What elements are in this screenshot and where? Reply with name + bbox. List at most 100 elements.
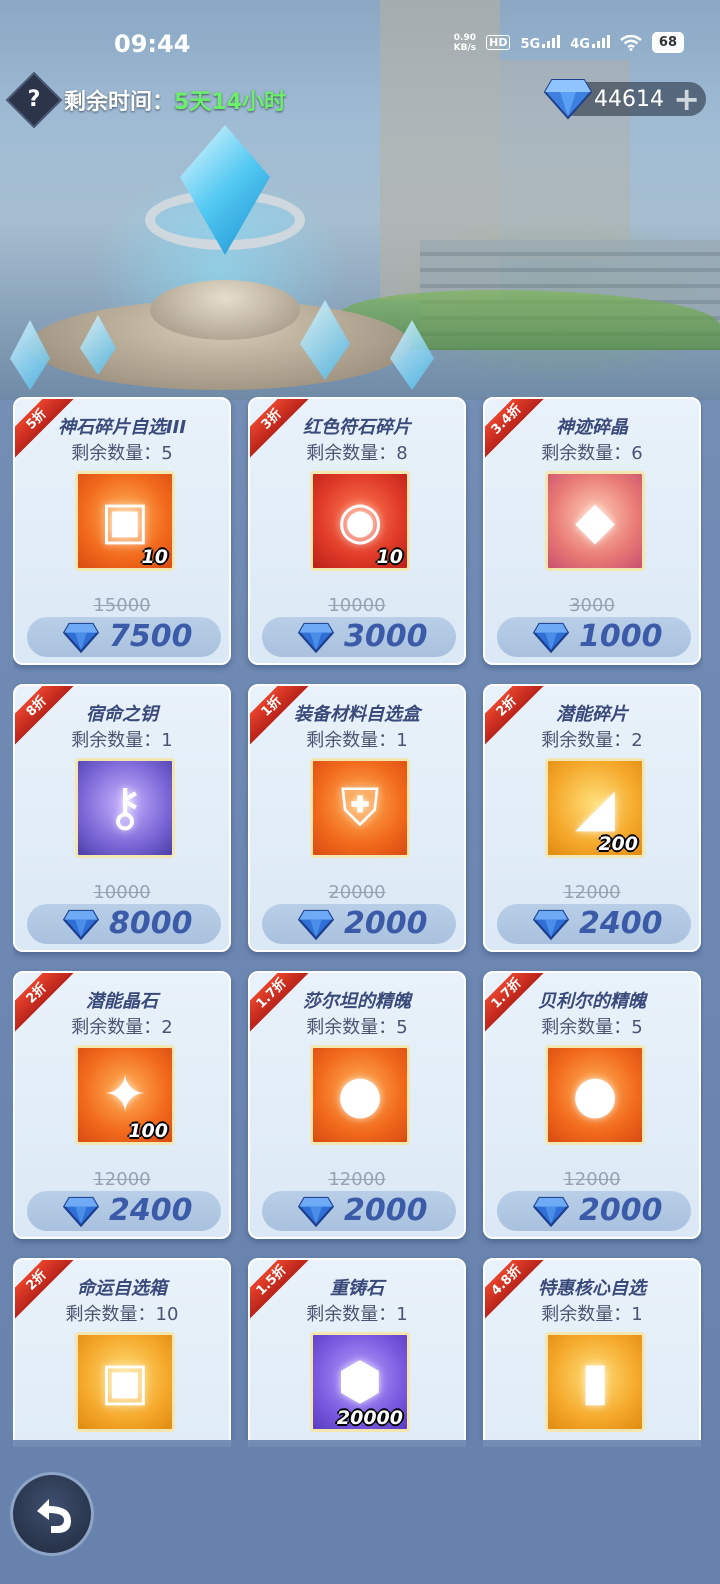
diamond-amount: 44614 [594, 87, 664, 112]
sale-price: 2400 [579, 906, 663, 941]
buy-button[interactable]: 2400 [27, 1191, 221, 1231]
original-price: 10000 [328, 595, 386, 616]
shop-item-card[interactable]: 8折 宿命之钥 剩余数量：1 ⚷ 10000 8000 [13, 684, 231, 952]
item-remaining-quantity: 剩余数量：8 [306, 443, 408, 464]
item-name: 莎尔坦的精魄 [303, 991, 411, 1012]
remaining-time-value: 5天14小时 [174, 90, 286, 115]
hd-voice-icon: HD [486, 35, 511, 50]
sim2-signal: 4G [570, 34, 610, 52]
buy-button[interactable]: 1000 [497, 617, 691, 657]
item-count: 10 [141, 546, 168, 568]
item-name: 装备材料自选盒 [294, 704, 420, 725]
item-icon[interactable]: ● [310, 1045, 410, 1145]
signal-bars-icon [591, 34, 610, 48]
shop-item-card[interactable]: 2折 潜能晶石 剩余数量：2 ✦ 100 12000 2400 [13, 971, 231, 1239]
original-price: 3000 [569, 595, 615, 616]
item-remaining-quantity: 剩余数量：2 [71, 1017, 173, 1038]
item-icon[interactable]: ⚷ [75, 758, 175, 858]
status-bar: 09:44 0.90 KB/s HD 5G 4G 68 [0, 0, 720, 66]
shop-item-card[interactable]: 4.8折 特惠核心自选 剩余数量：1 ▮ [483, 1258, 701, 1447]
item-icon[interactable]: ⛨ [310, 758, 410, 858]
sale-price: 2000 [579, 1193, 663, 1228]
item-icon[interactable]: ▣ 10 [75, 471, 175, 571]
diamond-icon [62, 1195, 100, 1231]
item-name: 红色符石碎片 [303, 417, 411, 438]
item-icon[interactable]: ▣ [75, 1332, 175, 1432]
signal-bars-icon [542, 34, 561, 48]
item-name: 贝利尔的精魄 [538, 991, 646, 1012]
pedestal [150, 280, 300, 340]
item-remaining-quantity: 剩余数量：5 [306, 1017, 408, 1038]
bottom-bar [0, 1440, 720, 1584]
sale-price: 1000 [579, 619, 663, 654]
original-price: 12000 [563, 882, 621, 903]
shop-item-card[interactable]: 1.7折 莎尔坦的精魄 剩余数量：5 ● 12000 2000 [248, 971, 466, 1239]
item-name: 宿命之钥 [86, 704, 158, 725]
diamond-balance: 44614 + [544, 79, 706, 120]
back-arrow-icon [37, 1499, 71, 1533]
sale-price: 7500 [109, 619, 193, 654]
item-icon[interactable]: ⬢ 20000 [310, 1332, 410, 1432]
buy-button[interactable]: 7500 [27, 617, 221, 657]
question-icon: ? [27, 87, 41, 112]
add-currency-button[interactable]: + [673, 80, 700, 118]
shop-item-card[interactable]: 2折 命运自选箱 剩余数量：10 ▣ [13, 1258, 231, 1447]
sale-price: 2000 [344, 906, 428, 941]
crystal-shard-icon: ◆ [575, 491, 615, 551]
item-name: 命运自选箱 [77, 1278, 167, 1299]
key-icon: ⚷ [105, 778, 145, 838]
item-name: 特惠核心自选 [538, 1278, 646, 1299]
buy-button[interactable]: 2400 [497, 904, 691, 944]
shop-item-card[interactable]: 5折 神石碎片自选III 剩余数量：5 ▣ 10 15000 7500 [13, 397, 231, 665]
sim1-signal: 5G [520, 34, 561, 52]
item-icon[interactable]: ◉ 10 [310, 471, 410, 571]
back-button[interactable] [10, 1472, 94, 1556]
shop-item-card[interactable]: 2折 潜能碎片 剩余数量：2 ◢ 200 12000 2400 [483, 684, 701, 952]
buy-button[interactable]: 2000 [497, 1191, 691, 1231]
shop-item-card[interactable]: 3折 红色符石碎片 剩余数量：8 ◉ 10 10000 3000 [248, 397, 466, 665]
item-remaining-quantity: 剩余数量：10 [65, 1304, 179, 1325]
item-icon[interactable]: ▮ [545, 1332, 645, 1432]
item-remaining-quantity: 剩余数量：1 [541, 1304, 643, 1325]
item-remaining-quantity: 剩余数量：1 [306, 730, 408, 751]
item-name: 潜能晶石 [86, 991, 158, 1012]
buy-button[interactable]: 3000 [262, 617, 456, 657]
diamond-icon [297, 621, 335, 657]
item-name: 神石碎片自选III [57, 417, 187, 438]
item-remaining-quantity: 剩余数量：6 [541, 443, 643, 464]
armor-icon: ⛨ [340, 778, 380, 838]
sale-price: 2400 [109, 1193, 193, 1228]
item-name: 潜能碎片 [556, 704, 628, 725]
item-icon[interactable]: ● [545, 1045, 645, 1145]
dark-orb-icon: ● [337, 1065, 383, 1125]
shop-grid: 5折 神石碎片自选III 剩余数量：5 ▣ 10 15000 7500 3折 红色符石碎片 剩余数… [13, 397, 703, 1447]
network-speed: 0.90 KB/s [453, 32, 477, 53]
shop-item-card[interactable]: 3.4折 神迹碎晶 剩余数量：6 ◆ 3000 1000 [483, 397, 701, 665]
buy-button[interactable]: 2000 [262, 1191, 456, 1231]
sale-price: 3000 [344, 619, 428, 654]
diamond-icon [297, 908, 335, 944]
item-count: 100 [128, 1120, 168, 1142]
item-icon[interactable]: ✦ 100 [75, 1045, 175, 1145]
item-icon[interactable]: ◆ [545, 471, 645, 571]
item-icon[interactable]: ◢ 200 [545, 758, 645, 858]
item-remaining-quantity: 剩余数量：1 [306, 1304, 408, 1325]
clock: 09:44 [114, 30, 191, 58]
diamond-icon [532, 1195, 570, 1231]
shop-item-card[interactable]: 1.7折 贝利尔的精魄 剩余数量：5 ● 12000 2000 [483, 971, 701, 1239]
original-price: 12000 [328, 1169, 386, 1190]
item-remaining-quantity: 剩余数量：5 [541, 1017, 643, 1038]
red-orb-icon: ● [572, 1065, 618, 1125]
original-price: 12000 [563, 1169, 621, 1190]
original-price: 10000 [93, 882, 151, 903]
item-remaining-quantity: 剩余数量：2 [541, 730, 643, 751]
original-price: 20000 [328, 882, 386, 903]
shop-item-card[interactable]: 1.5折 重铸石 剩余数量：1 ⬢ 20000 [248, 1258, 466, 1447]
item-name: 神迹碎晶 [556, 417, 628, 438]
shop-item-card[interactable]: 1折 装备材料自选盒 剩余数量：1 ⛨ 20000 2000 [248, 684, 466, 952]
wifi-icon [620, 34, 642, 51]
sale-price: 8000 [109, 906, 193, 941]
buy-button[interactable]: 2000 [262, 904, 456, 944]
status-icons: 0.90 KB/s HD 5G 4G 68 [454, 32, 684, 53]
buy-button[interactable]: 8000 [27, 904, 221, 944]
